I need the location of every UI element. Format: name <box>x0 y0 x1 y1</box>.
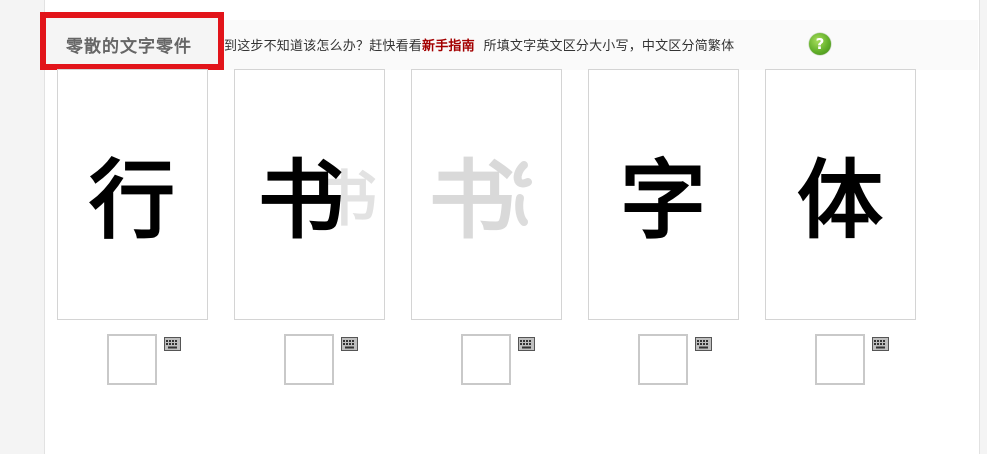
fragment-glyph-3: 书 <box>429 150 515 251</box>
fragment-image-3: 书 <box>429 150 532 251</box>
fragment-answer-input-4[interactable] <box>638 334 688 385</box>
hint-suffix: 所填文字英文区分大小写，中文区分简繁体 <box>483 39 735 54</box>
fragment-image-1: 行 <box>89 150 175 251</box>
fragment-card-1: 行 <box>57 69 208 320</box>
keyboard-icon[interactable] <box>341 337 358 351</box>
keyboard-icon[interactable] <box>164 337 181 351</box>
fragment-answer-input-3[interactable] <box>461 334 511 385</box>
fragment-card-3: 书 <box>411 69 562 320</box>
fragment-card-5: 体 <box>765 69 916 320</box>
keyboard-icon[interactable] <box>518 337 535 351</box>
fragment-glyph-2: 书 <box>258 150 344 251</box>
fragment-glyph-5: 体 <box>797 150 883 251</box>
fragment-image-5: 体 <box>797 150 883 251</box>
fragment-answer-input-2[interactable] <box>284 334 334 385</box>
hint-prefix: 到这步不知道该怎么办？赶快看看 <box>224 39 423 54</box>
fragment-answer-input-5[interactable] <box>815 334 865 385</box>
fragment-glyph-4: 字 <box>620 150 706 251</box>
keyboard-icon[interactable] <box>872 337 889 351</box>
title-highlight-box: 零散的文字零件 <box>40 12 224 70</box>
keyboard-icon[interactable] <box>695 337 712 351</box>
fragment-card-2: 书 书 <box>234 69 385 320</box>
section-title: 零散的文字零件 <box>66 37 192 57</box>
question-mark-icon[interactable]: ? <box>809 33 831 55</box>
fragment-card-4: 字 <box>588 69 739 320</box>
fragment-image-4: 字 <box>620 150 706 251</box>
fragment-image-2: 书 书 <box>258 150 377 251</box>
beginner-guide-link[interactable]: 新手指南 <box>422 39 475 54</box>
fragment-answer-input-1[interactable] <box>107 334 157 385</box>
hint-text: 到这步不知道该怎么办？赶快看看新手指南 所填文字英文区分大小写，中文区分简繁体 <box>224 35 734 54</box>
fragment-glyph-1: 行 <box>89 150 175 251</box>
